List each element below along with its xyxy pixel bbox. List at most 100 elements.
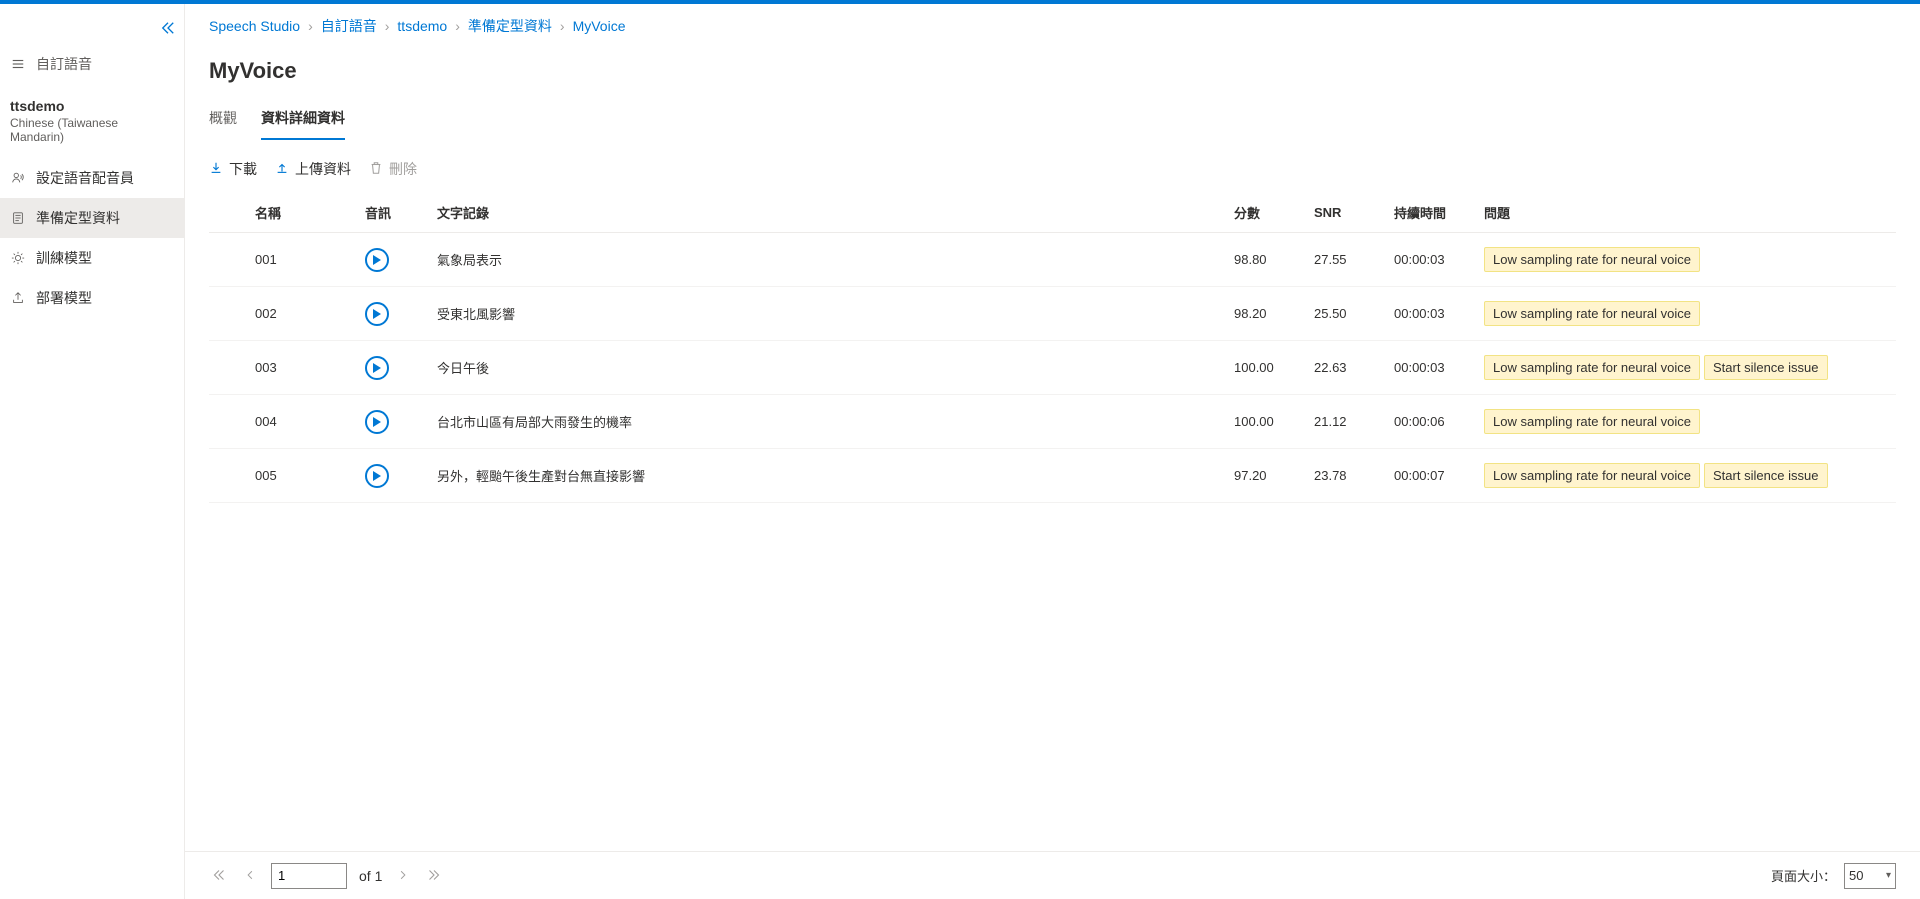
breadcrumb-link[interactable]: 準備定型資料 [468,16,552,36]
project-name: ttsdemo [10,98,170,114]
cell-transcript: 另外，輕颱午後生產對台無直接影響 [429,449,1226,503]
breadcrumb-current[interactable]: MyVoice [573,18,626,34]
upload-button[interactable]: 上傳資料 [275,159,351,179]
sidebar-item-label: 部署模型 [36,288,92,308]
play-button[interactable] [365,356,389,380]
breadcrumb: Speech Studio › 自訂語音 › ttsdemo › 準備定型資料 … [209,16,1896,36]
cell-name: 003 [247,341,357,395]
cell-score: 97.20 [1226,449,1306,503]
breadcrumb-link[interactable]: ttsdemo [397,18,447,34]
sidebar-section-title: 自訂語音 [0,44,184,84]
cell-issues: Low sampling rate for neural voice [1476,233,1896,287]
sidebar-item-label: 準備定型資料 [36,208,120,228]
cell-name: 001 [247,233,357,287]
cell-snr: 23.78 [1306,449,1386,503]
chevron-double-left-icon [161,21,175,35]
table-row[interactable]: 005 另外，輕颱午後生產對台無直接影響 97.20 23.78 00:00:0… [209,449,1896,503]
issue-badge: Low sampling rate for neural voice [1484,409,1700,434]
cell-duration: 00:00:03 [1386,233,1476,287]
play-button[interactable] [365,410,389,434]
upload-icon [275,161,289,178]
table-row[interactable]: 002 受東北風影響 98.20 25.50 00:00:03 Low samp… [209,287,1896,341]
issue-badge: Low sampling rate for neural voice [1484,301,1700,326]
play-icon [372,255,382,265]
play-icon [372,363,382,373]
sidebar-collapse-button[interactable] [152,12,184,44]
cell-score: 100.00 [1226,395,1306,449]
delete-icon [369,161,383,178]
table-row[interactable]: 004 台北市山區有局部大雨發生的機率 100.00 21.12 00:00:0… [209,395,1896,449]
cell-transcript: 台北市山區有局部大雨發生的機率 [429,395,1226,449]
cell-snr: 21.12 [1306,395,1386,449]
data-table: 名稱 音訊 文字記錄 分數 SNR 持續時間 問題 001 氣象局表示 98.8… [209,193,1896,503]
issue-badge: Start silence issue [1704,463,1828,488]
table-row[interactable]: 003 今日午後 100.00 22.63 00:00:03 Low sampl… [209,341,1896,395]
cell-snr: 27.55 [1306,233,1386,287]
col-header-audio[interactable]: 音訊 [357,193,429,233]
project-language: Chinese (Taiwanese Mandarin) [10,116,170,144]
tab-data-details[interactable]: 資料詳細資料 [261,102,345,140]
col-header-score[interactable]: 分數 [1226,193,1306,233]
sidebar-item-train-model[interactable]: 訓練模型 [0,238,184,278]
issue-badge: Start silence issue [1704,355,1828,380]
play-button[interactable] [365,464,389,488]
page-size-value: 50 [1849,868,1863,883]
chevron-right-icon: › [385,18,390,34]
cell-name: 004 [247,395,357,449]
menu-lines-icon [10,57,26,71]
col-header-text[interactable]: 文字記錄 [429,193,1226,233]
sidebar-item-prepare-data[interactable]: 準備定型資料 [0,198,184,238]
cell-duration: 00:00:03 [1386,341,1476,395]
breadcrumb-link[interactable]: Speech Studio [209,18,300,34]
sidebar: 自訂語音 ttsdemo Chinese (Taiwanese Mandarin… [0,4,185,899]
tab-overview[interactable]: 概觀 [209,102,237,140]
sidebar-item-voice-talent[interactable]: 設定語音配音員 [0,158,184,198]
sidebar-item-label: 設定語音配音員 [36,168,134,188]
cell-duration: 00:00:06 [1386,395,1476,449]
col-header-duration[interactable]: 持續時間 [1386,193,1476,233]
cell-transcript: 受東北風影響 [429,287,1226,341]
cell-score: 98.20 [1226,287,1306,341]
download-label: 下載 [229,159,257,179]
data-icon [10,211,26,225]
chevron-down-icon: ▾ [1886,870,1891,881]
play-icon [372,471,382,481]
main-content: Speech Studio › 自訂語音 › ttsdemo › 準備定型資料 … [185,4,1920,899]
cell-duration: 00:00:03 [1386,287,1476,341]
pager-last-button[interactable] [424,864,444,888]
sidebar-item-deploy-model[interactable]: 部署模型 [0,278,184,318]
cell-score: 100.00 [1226,341,1306,395]
issue-badge: Low sampling rate for neural voice [1484,463,1700,488]
cell-issues: Low sampling rate for neural voice [1476,395,1896,449]
col-header-snr[interactable]: SNR [1306,193,1386,233]
sidebar-item-label: 訓練模型 [36,248,92,268]
page-size-select[interactable]: 50 ▾ [1844,863,1896,889]
download-icon [209,161,223,178]
cell-transcript: 氣象局表示 [429,233,1226,287]
chevron-right-icon: › [560,18,565,34]
pager-next-button[interactable] [394,864,412,888]
cell-snr: 22.63 [1306,341,1386,395]
breadcrumb-link[interactable]: 自訂語音 [321,16,377,36]
play-button[interactable] [365,302,389,326]
pager-prev-button[interactable] [241,864,259,888]
upload-label: 上傳資料 [295,159,351,179]
cell-name: 002 [247,287,357,341]
delete-label: 刪除 [389,159,417,179]
cell-snr: 25.50 [1306,287,1386,341]
cell-duration: 00:00:07 [1386,449,1476,503]
play-button[interactable] [365,248,389,272]
pager-first-button[interactable] [209,864,229,888]
download-button[interactable]: 下載 [209,159,257,179]
deploy-icon [10,291,26,305]
table-row[interactable]: 001 氣象局表示 98.80 27.55 00:00:03 Low sampl… [209,233,1896,287]
col-header-name[interactable]: 名稱 [247,193,357,233]
page-input[interactable] [271,863,347,889]
play-icon [372,417,382,427]
cell-score: 98.80 [1226,233,1306,287]
col-header-issue[interactable]: 問題 [1476,193,1896,233]
sidebar-section-label: 自訂語音 [36,54,92,74]
tabs: 概觀 資料詳細資料 [209,102,1896,141]
voice-talent-icon [10,171,26,185]
table-header-row: 名稱 音訊 文字記錄 分數 SNR 持續時間 問題 [209,193,1896,233]
